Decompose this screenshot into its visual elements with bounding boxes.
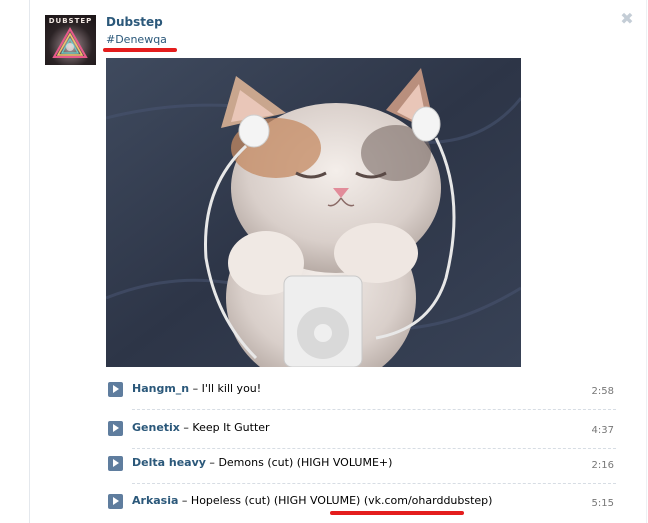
track-artist-link[interactable]: Hangm_n [132,382,189,395]
highlight-underline [103,48,177,52]
hashtag-link[interactable]: #Denewqa [106,33,167,46]
artist-separator: – [178,494,191,507]
track-artist-link[interactable]: Arkasia [132,494,178,507]
track-divider [132,448,616,449]
track-title: Delta heavy – Demons (cut) (HIGH VOLUME+… [132,456,392,469]
track-artist-link[interactable]: Genetix [132,421,180,434]
divider [646,0,647,523]
track-title: Genetix – Keep It Gutter [132,421,270,434]
track-duration: 2:58 [591,386,614,397]
divider [29,0,30,523]
audio-track[interactable]: Genetix – Keep It Gutter 4:37 [106,415,616,451]
track-divider [132,409,616,410]
track-song-name: Hopeless (cut) (HIGH VOLUME) (vk.com/oha… [190,494,493,507]
highlight-underline [330,511,464,515]
avatar-logo [52,26,88,58]
close-icon[interactable]: ✖ [619,11,635,27]
play-icon[interactable] [108,382,123,397]
track-duration: 4:37 [591,425,614,436]
track-song-name: Demons (cut) (HIGH VOLUME+) [218,456,393,469]
group-name-link[interactable]: Dubstep [106,15,163,29]
audio-track[interactable]: Hangm_n – I'll kill you! 2:58 [106,376,616,412]
track-artist-link[interactable]: Delta heavy [132,456,206,469]
track-title: Arkasia – Hopeless (cut) (HIGH VOLUME) (… [132,494,492,507]
play-icon[interactable] [108,494,123,509]
artist-separator: – [205,456,219,469]
track-duration: 5:15 [591,498,614,509]
post-photo[interactable] [106,58,521,367]
track-divider [132,483,616,484]
audio-track[interactable]: Delta heavy – Demons (cut) (HIGH VOLUME+… [106,450,616,486]
wall-post: DUBSTEP Dubstep #Denewqa ✖ Hangm_n – I'l… [0,0,648,523]
play-icon[interactable] [108,456,123,471]
track-duration: 2:16 [591,460,614,471]
artist-separator: – [179,421,193,434]
play-icon[interactable] [108,421,123,436]
track-song-name: Keep It Gutter [192,421,270,434]
group-avatar[interactable]: DUBSTEP [45,15,96,65]
artist-separator: – [189,382,202,395]
track-title: Hangm_n – I'll kill you! [132,382,261,395]
track-song-name: I'll kill you! [201,382,262,395]
audio-track[interactable]: Arkasia – Hopeless (cut) (HIGH VOLUME) (… [106,488,616,523]
